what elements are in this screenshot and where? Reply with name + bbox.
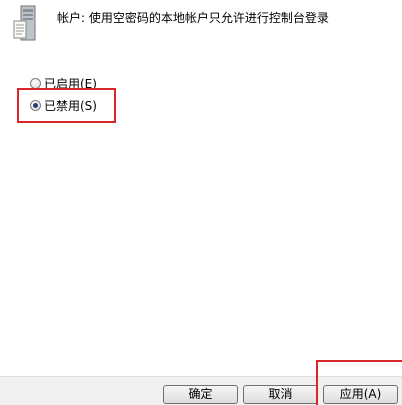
ok-button[interactable]: 确定 [163, 385, 238, 404]
cancel-button[interactable]: 取消 [243, 385, 318, 404]
highlight-box-disabled-option [17, 88, 116, 123]
server-policy-icon [13, 5, 36, 41]
policy-title: 帐户: 使用空密码的本地帐户只允许进行控制台登录 [57, 11, 329, 25]
policy-properties-dialog: 帐户: 使用空密码的本地帐户只允许进行控制台登录 已启用(E) 已禁用(S) 确… [0, 0, 402, 405]
highlight-box-apply-button [316, 360, 402, 405]
